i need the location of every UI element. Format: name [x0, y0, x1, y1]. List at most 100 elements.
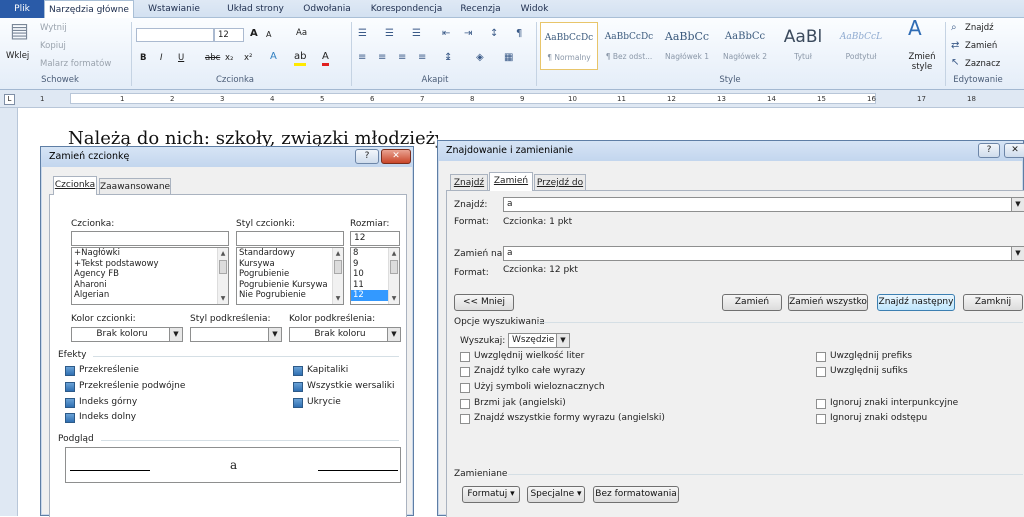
- ignore-punctuation-checkbox[interactable]: [816, 399, 826, 409]
- subscript-button[interactable]: x₂: [225, 53, 233, 63]
- font-list-item[interactable]: +Tekst podstawowy: [72, 259, 228, 270]
- style-subtitle[interactable]: AaBbCcL Podtytuł: [832, 22, 890, 70]
- scroll-thumb[interactable]: [334, 260, 342, 274]
- scroll-up-icon[interactable]: ▲: [333, 248, 343, 259]
- tab-references[interactable]: Odwołania: [295, 0, 359, 18]
- superscript-button[interactable]: x²: [244, 53, 252, 63]
- tab-replace[interactable]: Zamień: [489, 172, 533, 191]
- dropdown-arrow-icon[interactable]: ▼: [556, 334, 569, 347]
- double-strikethrough-checkbox[interactable]: [65, 382, 75, 392]
- multilevel-list-icon[interactable]: ☰: [412, 28, 421, 40]
- match-prefix-checkbox[interactable]: [816, 352, 826, 362]
- font-color-icon[interactable]: A: [322, 51, 329, 66]
- font-color-select[interactable]: Brak koloru ▼: [71, 327, 183, 342]
- close-button[interactable]: ✕: [381, 149, 411, 164]
- text-effects-icon[interactable]: A: [270, 51, 277, 63]
- style-list-item[interactable]: Nie Pogrubienie: [237, 290, 343, 301]
- ignore-whitespace-checkbox[interactable]: [816, 414, 826, 424]
- font-name-combo[interactable]: [136, 28, 214, 42]
- style-list-item[interactable]: Pogrubienie Kursywa: [237, 280, 343, 291]
- scroll-up-icon[interactable]: ▲: [389, 248, 399, 259]
- close-button[interactable]: ✕: [1004, 143, 1024, 158]
- font-style-input[interactable]: [236, 231, 344, 246]
- superscript-checkbox[interactable]: [65, 398, 75, 408]
- hidden-checkbox[interactable]: [293, 398, 303, 408]
- no-formatting-button[interactable]: Bez formatowania: [593, 486, 679, 503]
- replace-all-button[interactable]: Zamień wszystko: [788, 294, 868, 311]
- align-center-icon[interactable]: ≡: [378, 52, 386, 64]
- tab-file[interactable]: Plik: [0, 0, 44, 18]
- scroll-thumb[interactable]: [390, 260, 398, 274]
- replace-with-input[interactable]: a ▼: [503, 246, 1024, 261]
- style-no-spacing[interactable]: AaBbCcDc ¶ Bez odst...: [600, 22, 658, 70]
- decrease-indent-icon[interactable]: ⇤: [442, 28, 450, 40]
- style-title[interactable]: AaBl Tytuł: [774, 22, 832, 70]
- strikethrough-button[interactable]: abc: [205, 53, 220, 63]
- find-button[interactable]: Znajdź: [965, 23, 994, 33]
- tab-find[interactable]: Znajdź: [450, 174, 488, 191]
- tab-home[interactable]: Narzędzia główne: [44, 0, 134, 19]
- font-list-item[interactable]: Aharoni: [72, 280, 228, 291]
- underline-button[interactable]: U: [178, 53, 184, 63]
- style-heading-2[interactable]: AaBbCc Nagłówek 2: [716, 22, 774, 70]
- shading-icon[interactable]: ◈: [476, 52, 484, 64]
- vertical-ruler[interactable]: [0, 108, 18, 516]
- change-case-button[interactable]: Aa: [296, 28, 307, 38]
- shrink-font-button[interactable]: A: [266, 30, 271, 39]
- strikethrough-checkbox[interactable]: [65, 366, 75, 376]
- scrollbar[interactable]: ▲ ▼: [388, 248, 399, 304]
- scroll-up-icon[interactable]: ▲: [218, 248, 228, 259]
- format-button[interactable]: Formatuj ▾: [462, 486, 520, 503]
- scroll-thumb[interactable]: [219, 260, 227, 274]
- replace-button[interactable]: Zamień: [965, 41, 997, 51]
- justify-icon[interactable]: ≡: [418, 52, 426, 64]
- style-normal[interactable]: AaBbCcDc ¶ Normalny: [540, 22, 598, 70]
- match-suffix-checkbox[interactable]: [816, 367, 826, 377]
- search-direction-select[interactable]: Wszędzie ▼: [508, 333, 570, 348]
- bullets-icon[interactable]: ☰: [358, 28, 367, 40]
- numbering-icon[interactable]: ☰: [385, 28, 394, 40]
- scrollbar[interactable]: ▲ ▼: [217, 248, 228, 304]
- tab-mailings[interactable]: Korespondencja: [364, 0, 449, 18]
- whole-words-checkbox[interactable]: [460, 367, 470, 377]
- highlight-icon[interactable]: ab: [294, 51, 307, 66]
- sounds-like-checkbox[interactable]: [460, 399, 470, 409]
- font-style-list[interactable]: Standardowy Kursywa Pogrubienie Pogrubie…: [236, 247, 344, 305]
- scroll-down-icon[interactable]: ▼: [389, 293, 399, 304]
- paste-icon[interactable]: ▤: [10, 20, 29, 40]
- dropdown-arrow-icon[interactable]: ▼: [387, 328, 400, 341]
- small-caps-checkbox[interactable]: [293, 366, 303, 376]
- find-icon[interactable]: ⌕: [951, 22, 957, 34]
- grow-font-button[interactable]: A: [250, 28, 258, 39]
- change-styles-icon[interactable]: A: [908, 18, 922, 38]
- select-icon[interactable]: ↖: [951, 57, 959, 69]
- tab-font[interactable]: Czcionka: [53, 176, 97, 195]
- less-button[interactable]: << Mniej: [454, 294, 514, 311]
- borders-icon[interactable]: ▦: [504, 52, 513, 64]
- line-spacing-icon[interactable]: ↨: [444, 52, 452, 64]
- all-caps-checkbox[interactable]: [293, 382, 303, 392]
- find-next-button[interactable]: Znajdź następny: [877, 294, 955, 311]
- format-painter-button[interactable]: Malarz formatów: [40, 59, 111, 69]
- font-list-item[interactable]: Algerian: [72, 290, 228, 301]
- underline-style-select[interactable]: ▼: [190, 327, 282, 342]
- style-list-item[interactable]: Pogrubienie: [237, 269, 343, 280]
- dropdown-arrow-icon[interactable]: ▼: [268, 328, 281, 341]
- font-list-item[interactable]: Agency FB: [72, 269, 228, 280]
- scroll-down-icon[interactable]: ▼: [218, 293, 228, 304]
- scroll-down-icon[interactable]: ▼: [333, 293, 343, 304]
- help-button[interactable]: ?: [978, 143, 1000, 158]
- paste-button[interactable]: Wklej: [6, 51, 29, 61]
- dropdown-arrow-icon[interactable]: ▼: [169, 328, 182, 341]
- tab-advanced[interactable]: Zaawansowane: [99, 178, 171, 195]
- replace-button[interactable]: Zamień: [722, 294, 782, 311]
- special-button[interactable]: Specjalne ▾: [527, 486, 585, 503]
- wildcards-checkbox[interactable]: [460, 383, 470, 393]
- font-size-input[interactable]: 12: [350, 231, 400, 246]
- subscript-checkbox[interactable]: [65, 413, 75, 423]
- increase-indent-icon[interactable]: ⇥: [464, 28, 472, 40]
- scrollbar[interactable]: ▲ ▼: [332, 248, 343, 304]
- find-what-input[interactable]: a ▼: [503, 197, 1024, 212]
- replace-icon[interactable]: ⇄: [951, 40, 959, 52]
- copy-button[interactable]: Kopiuj: [40, 41, 66, 51]
